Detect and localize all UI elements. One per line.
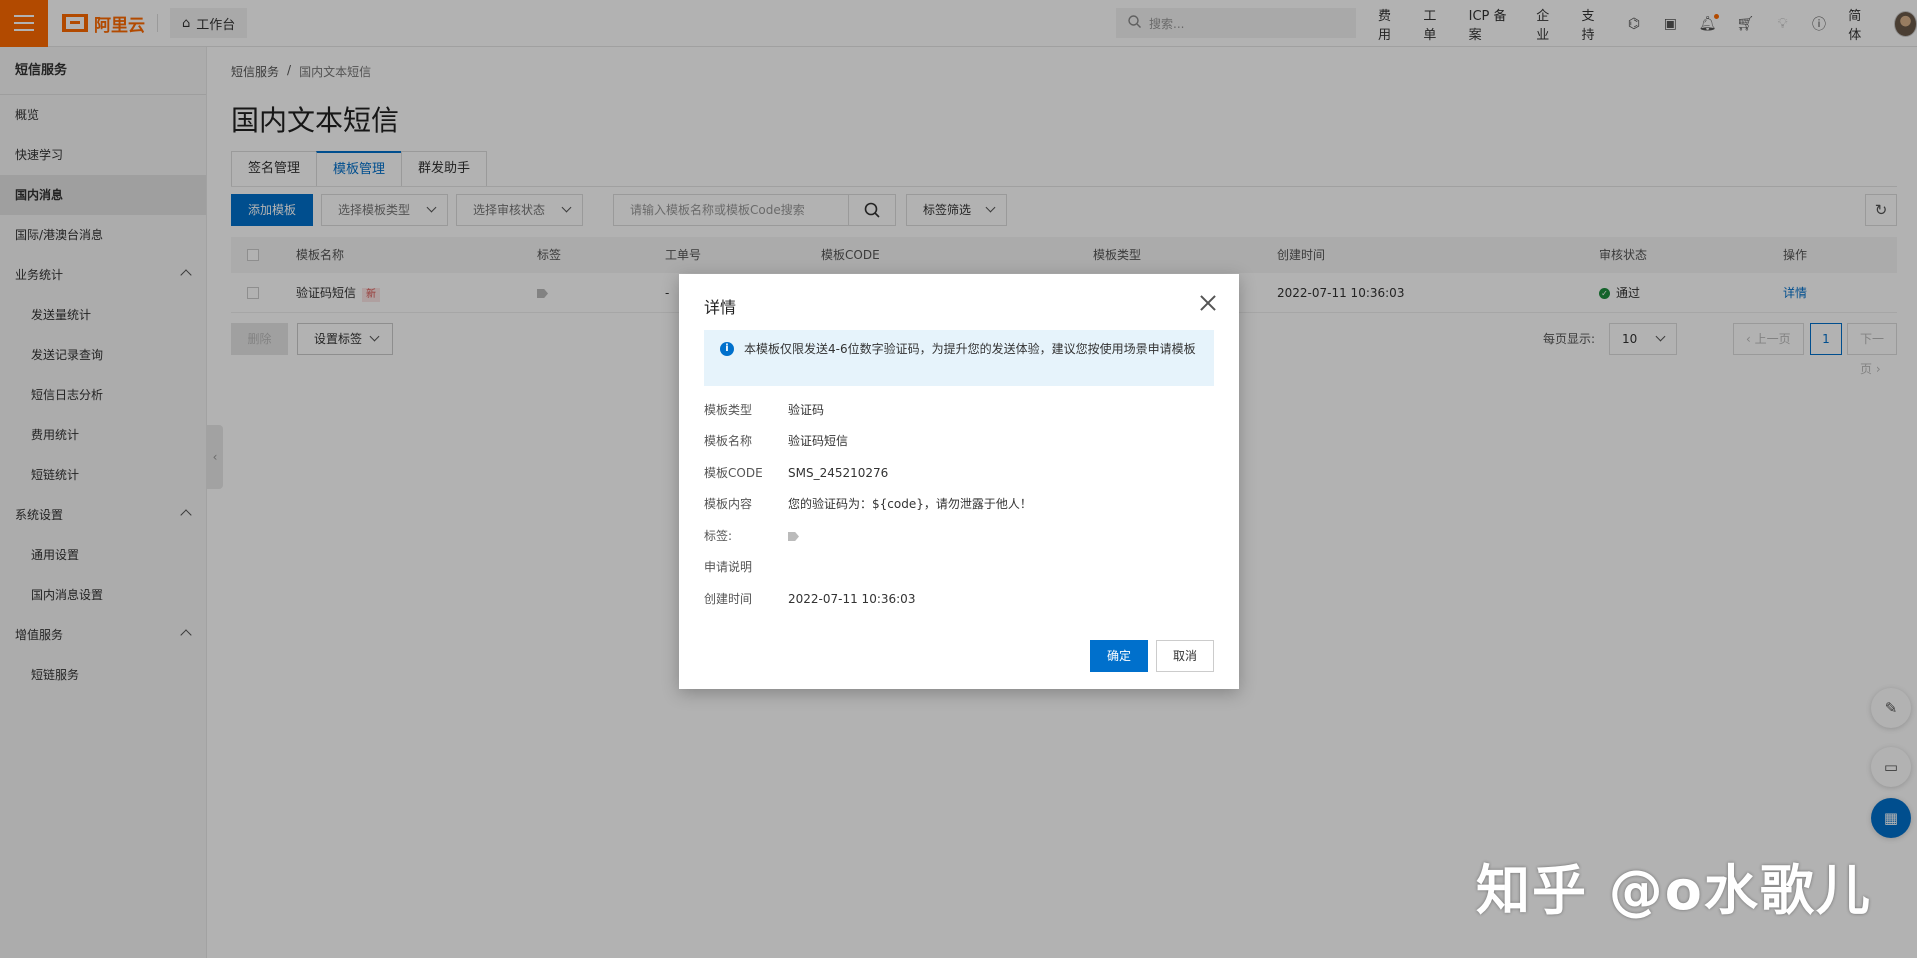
- detail-key: 模板名称: [704, 434, 753, 448]
- detail-key: 申请说明: [704, 560, 753, 574]
- info-notice: i 本模板仅限发送4-6位数字验证码，为提升您的发送体验，建议您按使用场景申请模…: [704, 330, 1214, 386]
- detail-dialog: 详情 i 本模板仅限发送4-6位数字验证码，为提升您的发送体验，建议您按使用场景…: [679, 274, 1239, 689]
- confirm-button[interactable]: 确定: [1090, 640, 1148, 672]
- detail-key: 创建时间: [704, 592, 753, 606]
- detail-value: SMS_245210276: [788, 466, 889, 480]
- detail-row-content: 模板内容 您的验证码为：${code}，请勿泄露于他人！: [704, 494, 1214, 514]
- detail-row-code: 模板CODE SMS_245210276: [704, 463, 1214, 483]
- detail-value: 2022-07-11 10:36:03: [788, 592, 916, 606]
- tag-icon: [788, 532, 799, 541]
- cancel-button[interactable]: 取消: [1156, 640, 1214, 672]
- detail-row-description: 申请说明: [704, 557, 1214, 577]
- detail-value: 验证码: [788, 403, 825, 417]
- detail-row-tag: 标签:: [704, 526, 1214, 546]
- notice-text: 本模板仅限发送4-6位数字验证码，为提升您的发送体验，建议您按使用场景申请模板: [744, 342, 1196, 356]
- detail-key: 标签:: [704, 529, 733, 543]
- detail-tag-value[interactable]: [788, 526, 799, 546]
- detail-key: 模板内容: [704, 497, 753, 511]
- detail-row-type: 模板类型 验证码: [704, 400, 1214, 420]
- close-icon[interactable]: [1199, 294, 1217, 312]
- info-icon: i: [720, 342, 734, 356]
- detail-key: 模板CODE: [704, 466, 763, 480]
- detail-row-created: 创建时间 2022-07-11 10:36:03: [704, 589, 1214, 609]
- detail-row-name: 模板名称 验证码短信: [704, 431, 1214, 451]
- dialog-title: 详情: [704, 298, 737, 317]
- watermark: 知乎 @o水歌儿: [1476, 859, 1872, 922]
- detail-key: 模板类型: [704, 403, 753, 417]
- detail-value: 验证码短信: [788, 434, 849, 448]
- detail-value: 您的验证码为：${code}，请勿泄露于他人！: [788, 497, 1032, 511]
